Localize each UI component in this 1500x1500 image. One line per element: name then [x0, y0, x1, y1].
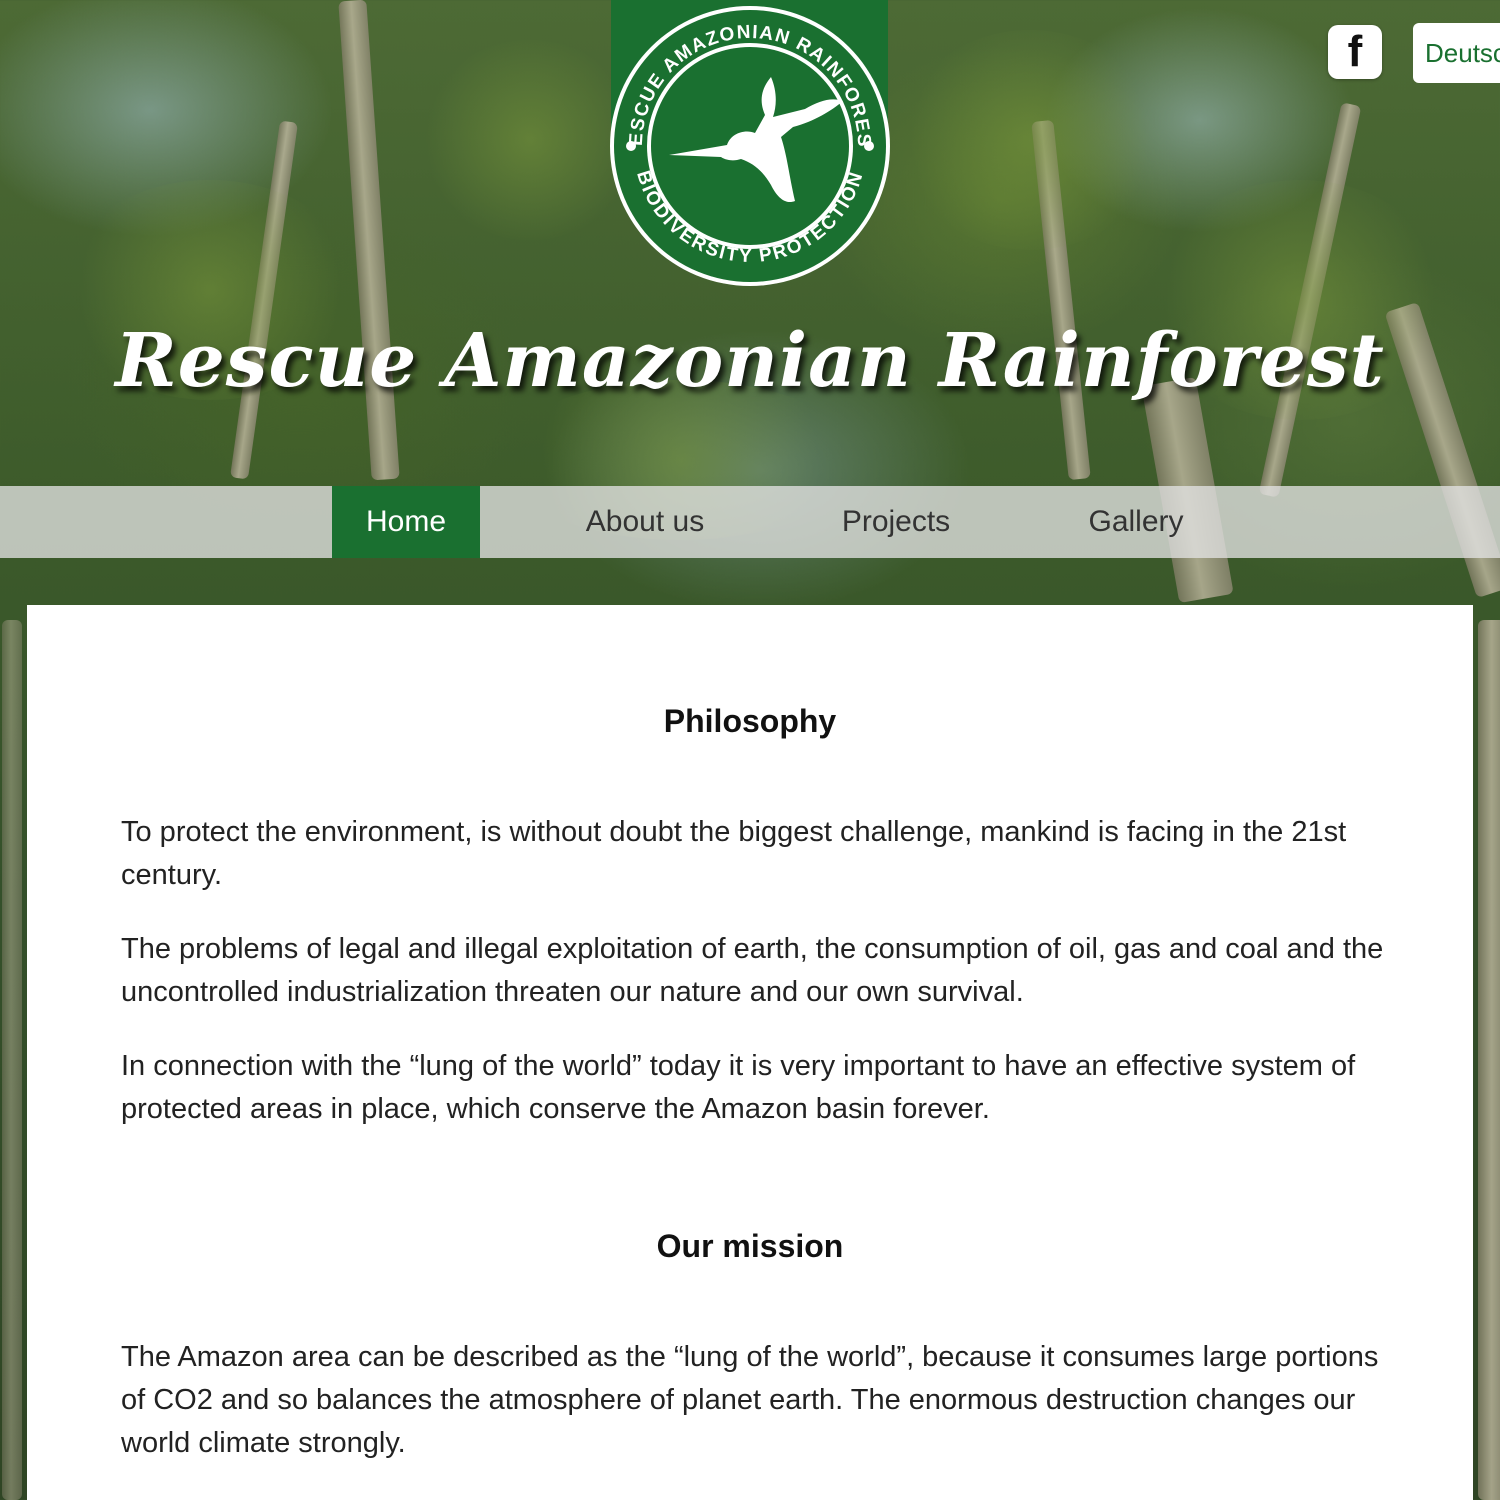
section-title-mission: Our mission: [656, 1228, 844, 1264]
language-switch-button[interactable]: Deutsch: [1413, 23, 1500, 83]
philosophy-paragraph: In connection with the “lung of the worl…: [121, 1050, 1356, 1125]
logo-seal: RESCUE AMAZONIAN RAINFOREST BIODIVERSITY…: [609, 5, 890, 286]
nav-item-home[interactable]: Home: [332, 486, 480, 558]
facebook-button[interactable]: f: [1328, 25, 1382, 79]
nav-item-gallery[interactable]: Gallery: [1070, 486, 1202, 558]
mission-paragraph: The Amazon area can be described as the …: [121, 1341, 1379, 1459]
philosophy-paragraph: The problems of legal and illegal exploi…: [121, 933, 1384, 1008]
site-logo[interactable]: RESCUE AMAZONIAN RAINFOREST BIODIVERSITY…: [609, 0, 890, 290]
facebook-icon: f: [1347, 27, 1363, 76]
nav-item-projects[interactable]: Projects: [820, 486, 972, 558]
section-title-philosophy: Philosophy: [663, 703, 837, 739]
main-navigation: Home About us Projects Gallery: [0, 486, 1500, 558]
site-title: Rescue Amazonian Rainforest: [115, 318, 1385, 404]
nav-item-about-us[interactable]: About us: [560, 486, 730, 558]
content-card: Philosophy To protect the environment, i…: [27, 605, 1473, 1500]
philosophy-paragraph: To protect the environment, is without d…: [121, 816, 1347, 891]
